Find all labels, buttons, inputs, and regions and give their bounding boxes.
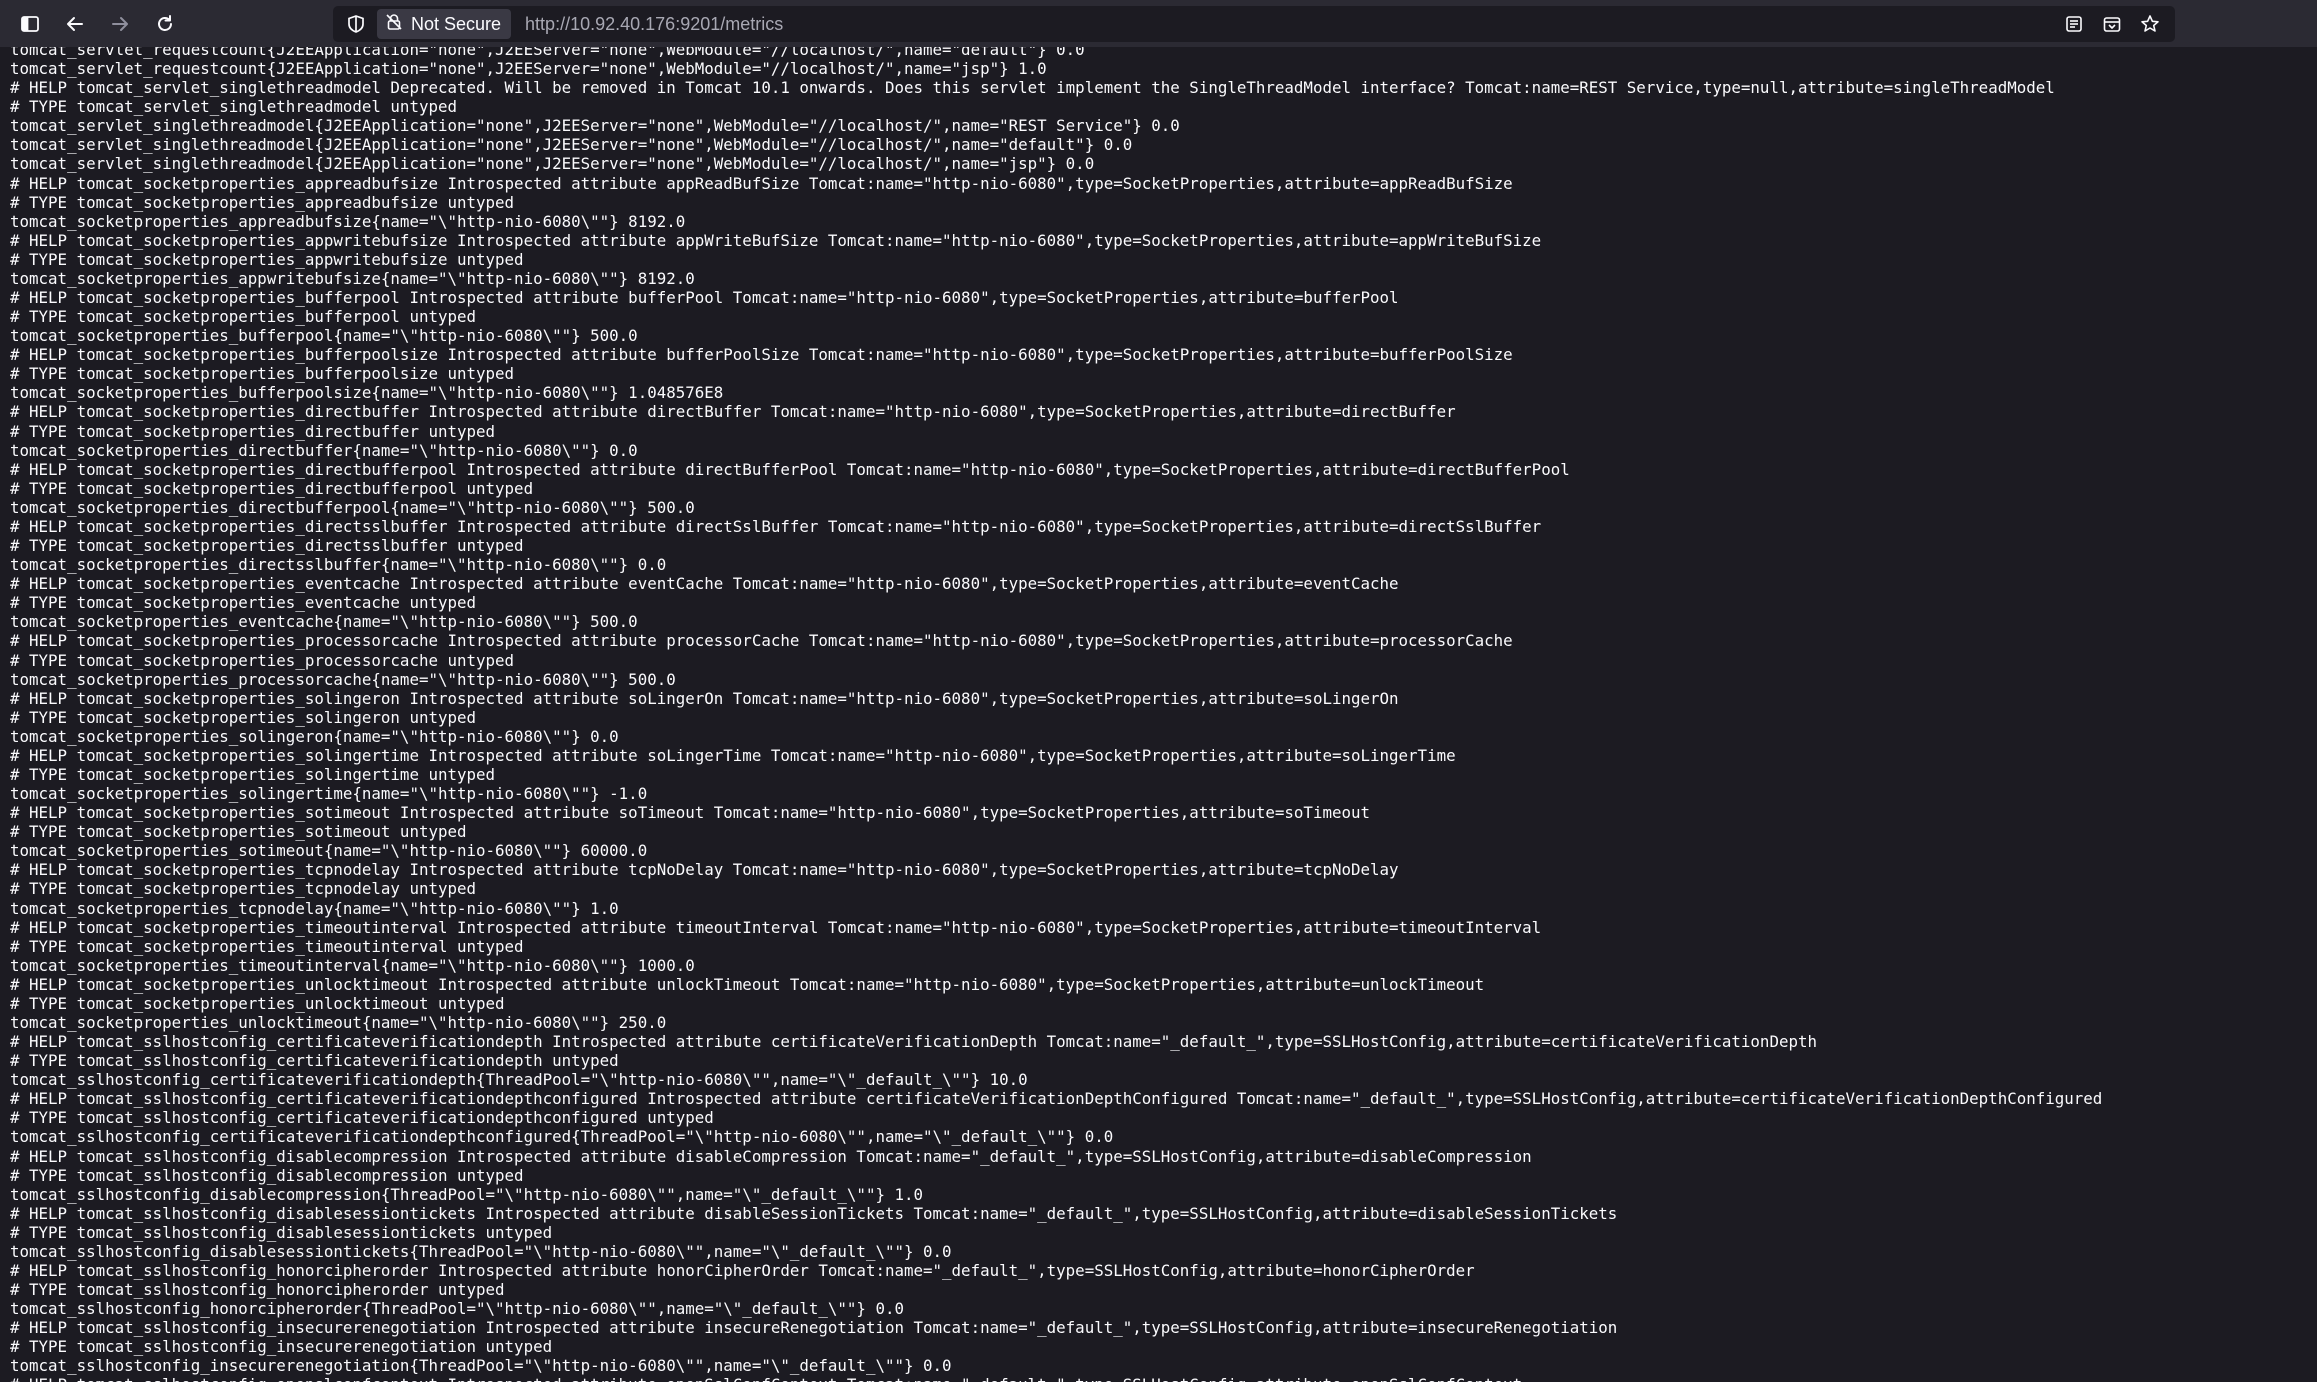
url-text[interactable]: http://10.92.40.176:9201/metrics [525,14,783,35]
metrics-line: tomcat_socketproperties_appreadbufsize{n… [10,211,686,231]
metrics-line: tomcat_socketproperties_solingeron{name=… [10,726,619,746]
metrics-line: tomcat_socketproperties_bufferpoolsize{n… [10,383,724,403]
metrics-line: tomcat_socketproperties_appwritebufsize{… [10,268,695,288]
metrics-line: # TYPE tomcat_sslhostconfig_disablesessi… [10,1222,553,1242]
metrics-line: tomcat_socketproperties_directbufferpool… [10,497,695,517]
metrics-line: # HELP tomcat_socketproperties_solingert… [10,745,1456,765]
metrics-line: # TYPE tomcat_socketproperties_appreadbu… [10,192,515,212]
metrics-line: # HELP tomcat_socketproperties_timeoutin… [10,917,1542,937]
metrics-line: # TYPE tomcat_socketproperties_bufferpoo… [10,307,477,327]
metrics-line: # HELP tomcat_socketproperties_directbuf… [10,402,1456,422]
metrics-line: # HELP tomcat_socketproperties_unlocktim… [10,974,1485,994]
star-icon[interactable] [2135,9,2165,39]
metrics-line: # HELP tomcat_sslhostconfig_honorciphero… [10,1261,1475,1280]
metrics-line: # HELP tomcat_socketproperties_eventcach… [10,574,1399,594]
metrics-line: # HELP tomcat_socketproperties_sotimeout… [10,803,1371,823]
metrics-line: # HELP tomcat_socketproperties_directssl… [10,516,1542,536]
metrics-line: # HELP tomcat_sslhostconfig_disablecompr… [10,1146,1532,1166]
metrics-line: # HELP tomcat_socketproperties_appreadbu… [10,173,1513,193]
metrics-line: tomcat_sslhostconfig_honorcipherorder{Th… [10,1299,904,1319]
url-host: http://10.92.40.176 [525,13,676,34]
metrics-line: # TYPE tomcat_socketproperties_timeoutin… [10,936,524,956]
metrics-line: tomcat_servlet_requestcount{J2EEApplicat… [10,59,1047,79]
metrics-line: # TYPE tomcat_socketproperties_solingert… [10,764,496,784]
reader-view-icon[interactable] [2059,9,2089,39]
metrics-line: tomcat_socketproperties_directsslbuffer{… [10,555,667,575]
metrics-line: # TYPE tomcat_socketproperties_appwriteb… [10,249,524,269]
metrics-line: # TYPE tomcat_socketproperties_directssl… [10,536,524,556]
back-arrow-icon[interactable] [60,9,90,39]
shield-icon[interactable] [343,11,369,37]
metrics-line: tomcat_socketproperties_tcpnodelay{name=… [10,898,619,918]
metrics-line: tomcat_sslhostconfig_certificateverifica… [10,1070,1028,1090]
metrics-line: tomcat_sslhostconfig_disablesessionticke… [10,1241,952,1261]
url-actions [2059,9,2165,39]
metrics-line: tomcat_socketproperties_sotimeout{name="… [10,841,648,861]
forward-arrow-icon[interactable] [105,9,135,39]
metrics-line: # TYPE tomcat_socketproperties_processor… [10,650,515,670]
metrics-line: tomcat_socketproperties_processorcache{n… [10,669,676,689]
metrics-line: # HELP tomcat_sslhostconfig_insecurerene… [10,1318,1618,1338]
metrics-line: tomcat_socketproperties_directbuffer{nam… [10,440,638,460]
browser-toolbar: Not Secure http://10.92.40.176:9201/metr… [0,0,2317,47]
metrics-line: # TYPE tomcat_sslhostconfig_honorciphero… [10,1280,505,1300]
metrics-line: # HELP tomcat_socketproperties_bufferpoo… [10,288,1399,308]
metrics-line: tomcat_servlet_singlethreadmodel{J2EEApp… [10,154,1095,174]
metrics-line: tomcat_socketproperties_eventcache{name=… [10,612,638,632]
metrics-line: # HELP tomcat_socketproperties_appwriteb… [10,230,1542,250]
sidebar-icon[interactable] [15,9,45,39]
security-label: Not Secure [411,13,502,34]
metrics-line: # TYPE tomcat_socketproperties_sotimeout… [10,822,467,842]
metrics-line: # HELP tomcat_sslhostconfig_certificatev… [10,1089,2103,1109]
metrics-text: tomcat_servlet_requestcount{J2EEApplicat… [0,47,2317,1382]
page-content: tomcat_servlet_requestcount{J2EEApplicat… [0,47,2317,1382]
metrics-line: tomcat_sslhostconfig_disablecompression{… [10,1184,924,1204]
metrics-line: # TYPE tomcat_socketproperties_directbuf… [10,421,496,441]
metrics-line: tomcat_socketproperties_unlocktimeout{na… [10,1012,667,1032]
metrics-line: # HELP tomcat_sslhostconfig_certificatev… [10,1032,1818,1052]
metrics-line: # TYPE tomcat_sslhostconfig_insecurerene… [10,1337,553,1357]
url-bar[interactable]: Not Secure http://10.92.40.176:9201/metr… [333,6,2175,42]
metrics-line: # HELP tomcat_socketproperties_tcpnodela… [10,860,1399,880]
metrics-line: # TYPE tomcat_socketproperties_unlocktim… [10,993,505,1013]
metrics-line: # TYPE tomcat_socketproperties_tcpnodela… [10,879,477,899]
metrics-line: tomcat_servlet_requestcount{J2EEApplicat… [10,47,1085,59]
metrics-line: # TYPE tomcat_socketproperties_eventcach… [10,593,477,613]
metrics-line: # TYPE tomcat_sslhostconfig_disablecompr… [10,1165,524,1185]
metrics-line: # TYPE tomcat_sslhostconfig_certificatev… [10,1108,714,1128]
metrics-line: tomcat_socketproperties_bufferpool{name=… [10,326,638,346]
metrics-line: # HELP tomcat_sslhostconfig_disablesessi… [10,1203,1618,1223]
reload-icon[interactable] [150,9,180,39]
metrics-line: # TYPE tomcat_socketproperties_directbuf… [10,478,534,498]
url-path: :9201/metrics [675,13,784,34]
metrics-line: # HELP tomcat_servlet_singlethreadmodel … [10,78,2055,98]
save-to-pocket-icon[interactable] [2097,9,2127,39]
metrics-line: tomcat_servlet_singlethreadmodel{J2EEApp… [10,135,1133,155]
metrics-line: # HELP tomcat_sslhostconfig_openslconfco… [10,1375,2317,1382]
metrics-line: # TYPE tomcat_socketproperties_bufferpoo… [10,364,515,384]
metrics-line: tomcat_sslhostconfig_certificateverifica… [10,1127,1114,1147]
metrics-line: # HELP tomcat_socketproperties_bufferpoo… [10,345,1513,365]
lock-slash-icon [385,13,403,36]
metrics-line: tomcat_sslhostconfig_insecurerenegotiati… [10,1356,952,1376]
metrics-line: tomcat_servlet_singlethreadmodel{J2EEApp… [10,116,1180,136]
metrics-line: # TYPE tomcat_sslhostconfig_certificatev… [10,1051,619,1071]
metrics-line: # HELP tomcat_socketproperties_processor… [10,631,1513,651]
metrics-line: # TYPE tomcat_servlet_singlethreadmodel … [10,97,457,117]
metrics-line: tomcat_socketproperties_solingertime{nam… [10,784,648,804]
metrics-line: # TYPE tomcat_socketproperties_solingero… [10,707,477,727]
security-badge[interactable]: Not Secure [377,9,512,39]
metrics-line: # HELP tomcat_socketproperties_directbuf… [10,459,1570,479]
metrics-line: # HELP tomcat_socketproperties_solingero… [10,688,1399,708]
metrics-line: tomcat_socketproperties_timeoutinterval{… [10,955,695,975]
